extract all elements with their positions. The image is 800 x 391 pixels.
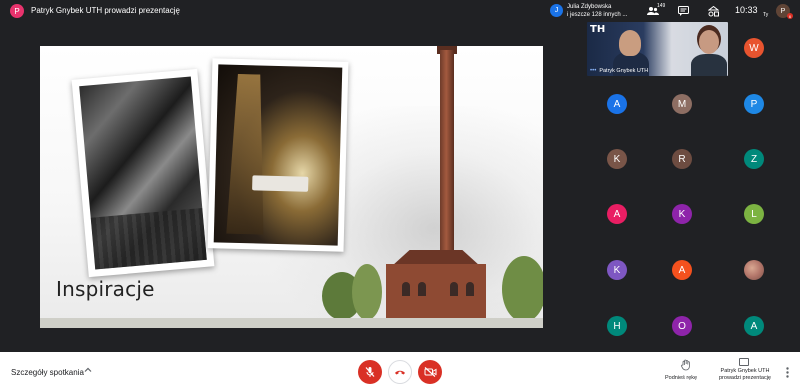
presentation-stage: Inspiracje <box>0 22 584 352</box>
inspiration-photo-cinema <box>71 68 215 278</box>
people-count: 149 <box>657 3 666 9</box>
participant-avatar[interactable]: W <box>744 38 764 58</box>
meet-window: P Patryk Gnybek UTH prowadzi prezentację… <box>0 0 800 391</box>
participants-grid: TH ••• Patryk Gnybek UTH W A M P K R Z A K L K A H O A <box>584 22 800 352</box>
presentation-slide: Inspiracje <box>40 46 543 328</box>
participant-photo-avatar[interactable] <box>744 260 764 280</box>
slide-title: Inspiracje <box>56 277 155 301</box>
participant-avatar[interactable]: A <box>607 94 627 114</box>
viewer-name: Julia Zdybowska <box>567 4 612 10</box>
participant-avatar[interactable]: K <box>607 260 627 280</box>
presenting-status-label[interactable]: Patryk Gnybek UTH prowadzi prezentację <box>714 368 776 382</box>
participant-avatar[interactable]: A <box>744 316 764 336</box>
top-bar: P Patryk Gnybek UTH prowadzi prezentację… <box>0 0 800 22</box>
participant-avatar[interactable]: R <box>672 149 692 169</box>
participant-avatar[interactable]: Z <box>744 149 764 169</box>
viewer-avatar: J <box>550 4 563 17</box>
factory-window <box>450 282 458 296</box>
presenter-video-tile[interactable]: TH ••• Patryk Gnybek UTH <box>587 22 728 76</box>
video-tile-name-text: Patryk Gnybek UTH <box>599 68 649 74</box>
factory-window <box>418 282 426 296</box>
viewers-summary[interactable]: Julia Zdybowska i jeszcze 128 innych ... <box>567 3 627 19</box>
meeting-details-button[interactable]: Szczegóły spotkania <box>11 368 84 377</box>
slide-ground <box>40 318 543 328</box>
clock: 10:33 <box>735 5 758 15</box>
participant-avatar[interactable]: K <box>607 149 627 169</box>
camera-toggle-button[interactable] <box>418 360 442 384</box>
chat-icon[interactable] <box>676 4 690 18</box>
more-options-icon[interactable] <box>783 365 791 379</box>
presenter-avatar: P <box>10 4 24 18</box>
audio-level-icon: ••• <box>590 68 597 74</box>
participant-avatar[interactable]: A <box>672 260 692 280</box>
you-label: Ty <box>763 12 769 18</box>
participant-avatar[interactable]: P <box>744 94 764 114</box>
participant-avatar[interactable]: O <box>672 316 692 336</box>
activities-icon[interactable] <box>706 4 720 18</box>
participant-avatar[interactable]: H <box>607 316 627 336</box>
hang-up-icon <box>395 370 405 375</box>
inspiration-photo-interior <box>207 58 349 252</box>
factory-window <box>402 282 410 296</box>
tree-illustration <box>502 256 543 322</box>
microphone-toggle-button[interactable] <box>358 360 382 384</box>
leave-call-button[interactable] <box>388 360 412 384</box>
raise-hand-label[interactable]: Podnieś rękę <box>665 375 697 381</box>
factory-window <box>466 282 474 296</box>
chevron-up-icon[interactable] <box>84 366 92 376</box>
camera-off-icon <box>424 367 436 377</box>
video-tile-name: ••• Patryk Gnybek UTH <box>590 68 648 74</box>
presentation-title: Patryk Gnybek UTH prowadzi prezentację <box>31 6 180 15</box>
viewer-others: i jeszcze 128 innych ... <box>567 12 628 18</box>
participant-avatar[interactable]: L <box>744 204 764 224</box>
present-screen-icon[interactable] <box>739 358 749 366</box>
self-notification-badge: 6 <box>787 13 793 19</box>
microphone-off-icon <box>365 367 375 377</box>
participant-avatar[interactable]: M <box>672 94 692 114</box>
tree-illustration <box>352 264 382 320</box>
bottom-bar: Szczegóły spotkania Podnieś rękę Patryk … <box>0 352 800 391</box>
participant-avatar[interactable]: K <box>672 204 692 224</box>
video-logo-text: TH <box>590 24 606 35</box>
participant-avatar[interactable]: A <box>607 204 627 224</box>
raise-hand-icon[interactable] <box>680 359 692 371</box>
